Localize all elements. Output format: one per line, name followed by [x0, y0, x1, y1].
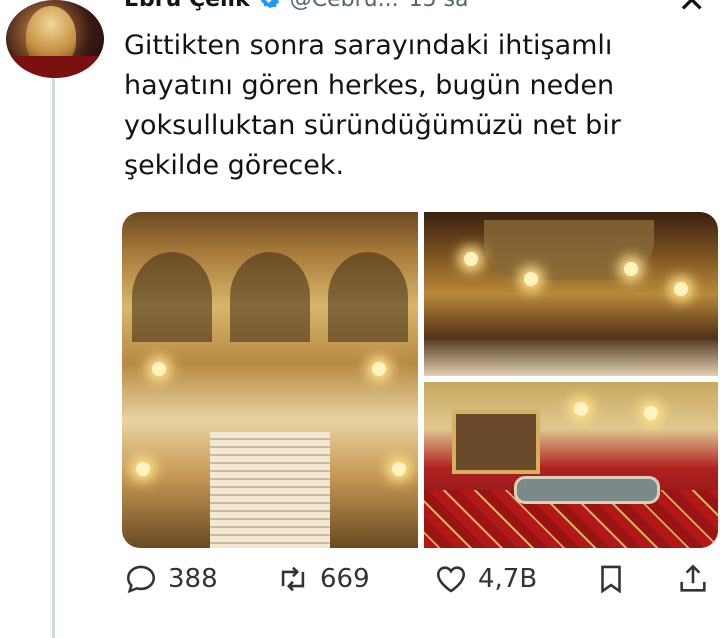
tweet-header: Ebru Çelik @Cebru... 15 sa [124, 0, 469, 12]
tweet-actions: 388 669 4,7B [122, 562, 720, 608]
lamp-decoration [136, 462, 150, 476]
avatar[interactable] [6, 0, 104, 78]
share-icon [680, 564, 706, 592]
tweet-text-line: Gittikten sonra sarayındaki ihtişamlı [124, 30, 613, 61]
media-grid [122, 212, 718, 548]
avatar-background [6, 56, 104, 78]
chandelier-decoration [644, 406, 658, 420]
bookmark-icon [601, 565, 621, 594]
chandelier-decoration [674, 282, 688, 296]
staircase-decoration [210, 432, 330, 548]
verified-icon [260, 0, 279, 9]
lamp-decoration [392, 462, 406, 476]
bookmark-button[interactable] [594, 562, 628, 596]
lamp-decoration [152, 362, 166, 376]
like-button[interactable]: 4,7B [434, 562, 537, 596]
lamp-decoration [372, 362, 386, 376]
tweet-text-line: şekilde görecek. [124, 150, 345, 181]
author-handle[interactable]: @Cebru... [290, 0, 399, 12]
chandelier-decoration [624, 262, 638, 276]
chandelier-decoration [574, 402, 588, 416]
tweet-timestamp[interactable]: 15 sa [409, 0, 469, 12]
photo-meeting-room[interactable] [424, 382, 718, 548]
painting-decoration [452, 410, 540, 474]
tweet-text-line: yoksulluktan süründüğümüzü net bir [124, 110, 621, 141]
reply-icon [126, 565, 156, 594]
reply-count: 388 [168, 564, 218, 594]
retweet-button[interactable]: 669 [276, 562, 370, 596]
reply-button[interactable]: 388 [124, 562, 218, 596]
tweet-text-line: hayatını gören herkes, bugün neden [124, 70, 615, 101]
close-icon[interactable]: ✕ [678, 0, 707, 18]
table-decoration [514, 476, 660, 504]
floor-decoration [424, 340, 718, 376]
photo-gold-hall[interactable] [424, 212, 718, 376]
photo-grand-staircase[interactable] [122, 212, 418, 548]
retweet-count: 669 [320, 564, 370, 594]
tweet-text: Gittikten sonra sarayındaki ihtişamlı ha… [124, 26, 704, 186]
author-name[interactable]: Ebru Çelik [124, 0, 250, 12]
arch-decoration [132, 252, 212, 342]
arch-decoration [230, 252, 310, 342]
arch-decoration [328, 252, 408, 342]
like-icon [436, 566, 466, 593]
retweet-icon [281, 566, 305, 592]
like-count: 4,7B [478, 564, 538, 594]
thread-line [52, 78, 55, 638]
chandelier-decoration [524, 272, 538, 286]
share-button[interactable] [676, 562, 710, 596]
chandelier-decoration [464, 252, 478, 266]
